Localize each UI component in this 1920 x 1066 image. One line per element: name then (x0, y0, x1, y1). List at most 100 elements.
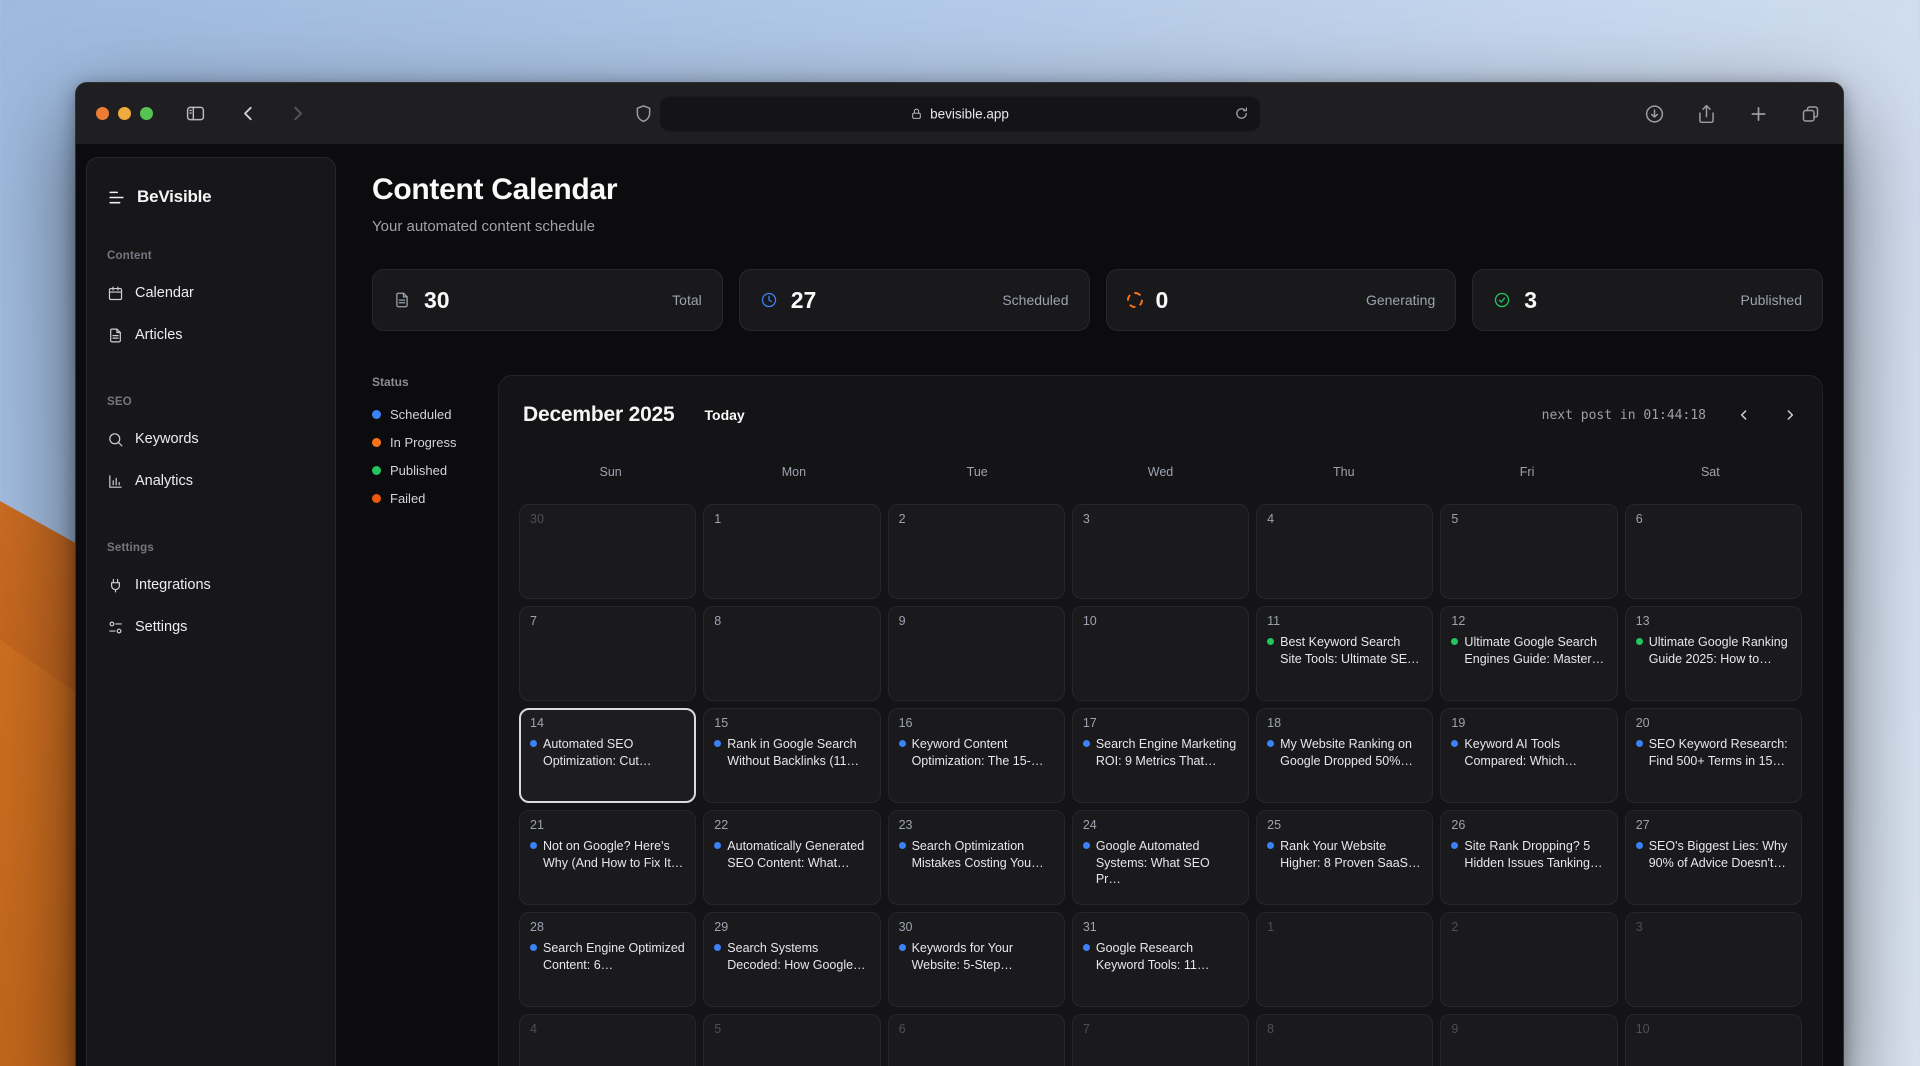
calendar-event[interactable]: Rank Your Website Higher: 8 Proven SaaS… (1267, 838, 1422, 871)
status-dot (372, 466, 381, 475)
legend-label: Published (390, 463, 447, 478)
address-bar[interactable]: bevisible.app (660, 96, 1260, 131)
calendar-day-cell[interactable]: 8 (703, 606, 880, 701)
calendar-day-cell[interactable]: 23 Search Optimization Mistakes Costing … (888, 810, 1065, 905)
calendar-event[interactable]: Search Engine Marketing ROI: 9 Metrics T… (1083, 736, 1238, 769)
calendar-day-cell[interactable]: 26 Site Rank Dropping? 5 Hidden Issues T… (1440, 810, 1617, 905)
calendar-day-cell[interactable]: 3 (1625, 912, 1802, 1007)
traffic-lights (96, 107, 153, 120)
calendar-day-cell[interactable]: 6 (888, 1014, 1065, 1066)
calendar-day-cell[interactable]: 25 Rank Your Website Higher: 8 Proven Sa… (1256, 810, 1433, 905)
calendar-day-cell[interactable]: 21 Not on Google? Here's Why (And How to… (519, 810, 696, 905)
new-tab-icon[interactable] (1748, 103, 1769, 124)
sidebar-item-analytics[interactable]: Analytics (107, 460, 315, 502)
calendar-event[interactable]: Automated SEO Optimization: Cut… (530, 736, 685, 769)
calendar-day-cell[interactable]: 15 Rank in Google Search Without Backlin… (703, 708, 880, 803)
share-icon[interactable] (1696, 103, 1717, 124)
calendar-day-cell[interactable]: 2 (888, 504, 1065, 599)
sidebar-toggle-icon[interactable] (185, 103, 206, 124)
calendar-event[interactable]: Search Systems Decoded: How Google… (714, 940, 869, 973)
sidebar-item-settings[interactable]: Settings (107, 606, 315, 648)
calendar-day-cell[interactable]: 4 (519, 1014, 696, 1066)
calendar-day-cell[interactable]: 24 Google Automated Systems: What SEO Pr… (1072, 810, 1249, 905)
event-status-dot (1083, 842, 1090, 849)
event-title: Rank Your Website Higher: 8 Proven SaaS… (1280, 838, 1422, 871)
calendar-day-cell[interactable]: 17 Search Engine Marketing ROI: 9 Metric… (1072, 708, 1249, 803)
calendar-event[interactable]: My Website Ranking on Google Dropped 50%… (1267, 736, 1422, 769)
calendar-day-cell[interactable]: 28 Search Engine Optimized Content: 6… (519, 912, 696, 1007)
calendar-day-cell[interactable]: 9 (1440, 1014, 1617, 1066)
calendar-day-cell[interactable]: 7 (519, 606, 696, 701)
close-window-button[interactable] (96, 107, 109, 120)
forward-icon[interactable] (287, 103, 308, 124)
legend-label: Scheduled (390, 407, 451, 422)
sidebar-item-label: Articles (135, 327, 183, 343)
reload-icon[interactable] (1234, 106, 1249, 121)
calendar-day-cell[interactable]: 1 (1256, 912, 1433, 1007)
calendar-day-cell[interactable]: 18 My Website Ranking on Google Dropped … (1256, 708, 1433, 803)
calendar-day-cell[interactable]: 30 (519, 504, 696, 599)
calendar-day-cell[interactable]: 6 (1625, 504, 1802, 599)
calendar-event[interactable]: Keywords for Your Website: 5-Step… (899, 940, 1054, 973)
calendar-event[interactable]: SEO's Biggest Lies: Why 90% of Advice Do… (1636, 838, 1791, 871)
calendar-event[interactable]: Ultimate Google Search Engines Guide: Ma… (1451, 634, 1606, 667)
calendar-day-cell[interactable]: 29 Search Systems Decoded: How Google… (703, 912, 880, 1007)
calendar-event[interactable]: Ultimate Google Ranking Guide 2025: How … (1636, 634, 1791, 667)
section-label: Settings (107, 542, 315, 556)
calendar-day-cell[interactable]: 12 Ultimate Google Search Engines Guide:… (1440, 606, 1617, 701)
calendar-event[interactable]: Keyword AI Tools Compared: Which… (1451, 736, 1606, 769)
calendar-day-cell[interactable]: 5 (1440, 504, 1617, 599)
calendar-event[interactable]: Keyword Content Optimization: The 15-… (899, 736, 1054, 769)
calendar-event[interactable]: Google Automated Systems: What SEO Pr… (1083, 838, 1238, 888)
calendar-day-cell[interactable]: 20 SEO Keyword Research: Find 500+ Terms… (1625, 708, 1802, 803)
calendar-event[interactable]: Not on Google? Here's Why (And How to Fi… (530, 838, 685, 871)
zoom-window-button[interactable] (140, 107, 153, 120)
calendar-day-cell[interactable]: 16 Keyword Content Optimization: The 15-… (888, 708, 1065, 803)
sidebar-item-articles[interactable]: Articles (107, 314, 315, 356)
back-icon[interactable] (238, 103, 259, 124)
calendar-day-cell[interactable]: 2 (1440, 912, 1617, 1007)
event-title: Ultimate Google Ranking Guide 2025: How … (1649, 634, 1791, 667)
calendar-day-cell[interactable]: 31 Google Research Keyword Tools: 11… (1072, 912, 1249, 1007)
calendar-event[interactable]: SEO Keyword Research: Find 500+ Terms in… (1636, 736, 1791, 769)
downloads-icon[interactable] (1644, 103, 1665, 124)
calendar-day-cell[interactable]: 1 (703, 504, 880, 599)
next-month-icon[interactable] (1782, 407, 1798, 423)
today-button[interactable]: Today (705, 407, 745, 423)
calendar-day-cell[interactable]: 14 Automated SEO Optimization: Cut… (519, 708, 696, 803)
minimize-window-button[interactable] (118, 107, 131, 120)
calendar-day-cell[interactable]: 8 (1256, 1014, 1433, 1066)
day-number: 1 (714, 512, 869, 526)
calendar-day-cell[interactable]: 30 Keywords for Your Website: 5-Step… (888, 912, 1065, 1007)
shield-icon[interactable] (633, 103, 654, 124)
calendar-event[interactable]: Best Keyword Search Site Tools: Ultimate… (1267, 634, 1422, 667)
browser-toolbar: bevisible.app (76, 83, 1843, 145)
day-number: 28 (530, 920, 685, 934)
calendar-event[interactable]: Search Engine Optimized Content: 6… (530, 940, 685, 973)
calendar-event[interactable]: Automatically Generated SEO Content: Wha… (714, 838, 869, 871)
calendar-day-cell[interactable]: 27 SEO's Biggest Lies: Why 90% of Advice… (1625, 810, 1802, 905)
calendar-day-cell[interactable]: 4 (1256, 504, 1433, 599)
calendar-day-cell[interactable]: 19 Keyword AI Tools Compared: Which… (1440, 708, 1617, 803)
calendar-event[interactable]: Search Optimization Mistakes Costing You… (899, 838, 1054, 871)
calendar-day-cell[interactable]: 13 Ultimate Google Ranking Guide 2025: H… (1625, 606, 1802, 701)
stat-value: 3 (1524, 287, 1537, 314)
tabs-overview-icon[interactable] (1800, 103, 1821, 124)
sidebar-item-calendar[interactable]: Calendar (107, 272, 315, 314)
sidebar-item-keywords[interactable]: Keywords (107, 418, 315, 460)
sidebar-item-integrations[interactable]: Integrations (107, 564, 315, 606)
calendar-day-cell[interactable]: 11 Best Keyword Search Site Tools: Ultim… (1256, 606, 1433, 701)
calendar-day-cell[interactable]: 10 (1625, 1014, 1802, 1066)
calendar-day-cell[interactable]: 5 (703, 1014, 880, 1066)
calendar-day-cell[interactable]: 22 Automatically Generated SEO Content: … (703, 810, 880, 905)
calendar-day-cell[interactable]: 10 (1072, 606, 1249, 701)
calendar-day-cell[interactable]: 3 (1072, 504, 1249, 599)
calendar-event[interactable]: Site Rank Dropping? 5 Hidden Issues Tank… (1451, 838, 1606, 871)
event-status-dot (714, 842, 721, 849)
calendar-event[interactable]: Rank in Google Search Without Backlinks … (714, 736, 869, 769)
day-number: 30 (899, 920, 1054, 934)
prev-month-icon[interactable] (1736, 407, 1752, 423)
calendar-event[interactable]: Google Research Keyword Tools: 11… (1083, 940, 1238, 973)
calendar-day-cell[interactable]: 7 (1072, 1014, 1249, 1066)
calendar-day-cell[interactable]: 9 (888, 606, 1065, 701)
